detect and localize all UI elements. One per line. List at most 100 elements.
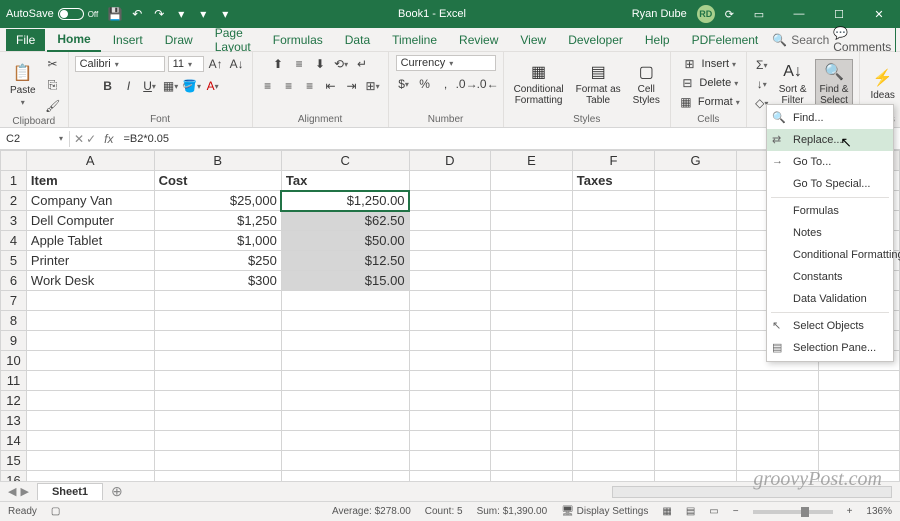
display-settings-button[interactable]: 🖥 Display Settings (561, 506, 648, 517)
align-center-icon[interactable]: ≡ (280, 77, 298, 95)
cell[interactable]: $1,000 (154, 231, 281, 251)
cell[interactable] (409, 251, 491, 271)
add-sheet-button[interactable]: ⊕ (103, 483, 131, 500)
cell[interactable]: $62.50 (281, 211, 409, 231)
cell[interactable] (281, 351, 409, 371)
macro-record-icon[interactable]: ▢ (51, 506, 60, 517)
cell[interactable] (281, 451, 409, 471)
find-select-button[interactable]: 🔍Find & Select (815, 59, 854, 109)
cell[interactable]: Tax (281, 171, 409, 191)
cell[interactable] (281, 471, 409, 482)
cell[interactable] (281, 331, 409, 351)
comma-icon[interactable]: , (437, 75, 455, 93)
menu-notes[interactable]: Notes (767, 222, 893, 244)
autosum-icon[interactable]: Σ▾ (753, 56, 771, 74)
cell[interactable] (154, 371, 281, 391)
cell[interactable] (491, 451, 573, 471)
ideas-button[interactable]: ⚡Ideas (866, 66, 898, 103)
zoom-level[interactable]: 136% (866, 506, 892, 517)
menu-goto-special[interactable]: Go To Special... (767, 173, 893, 195)
cancel-formula-icon[interactable]: ✕ (74, 132, 84, 146)
increase-indent-icon[interactable]: ⇥ (343, 77, 361, 95)
cell[interactable] (736, 431, 818, 451)
name-box[interactable]: C2▾ (0, 131, 70, 147)
cell[interactable] (26, 351, 154, 371)
cell[interactable] (409, 191, 491, 211)
cell[interactable] (572, 271, 655, 291)
cell[interactable] (26, 291, 154, 311)
decrease-decimal-icon[interactable]: .0← (479, 75, 497, 93)
font-name-select[interactable]: Calibri▾ (75, 56, 165, 72)
menu-goto[interactable]: →Go To... (767, 151, 893, 173)
user-avatar[interactable]: RD (697, 5, 715, 23)
tab-home[interactable]: Home (47, 28, 100, 52)
cell[interactable] (572, 291, 655, 311)
cell[interactable] (491, 251, 573, 271)
cell[interactable] (409, 351, 491, 371)
tab-pdfelement[interactable]: PDFelement (682, 29, 769, 51)
row-header[interactable]: 14 (1, 431, 27, 451)
cell[interactable] (154, 431, 281, 451)
font-size-select[interactable]: 11▾ (168, 56, 204, 72)
select-all-corner[interactable] (1, 151, 27, 171)
column-header[interactable]: C (281, 151, 409, 171)
cell[interactable] (409, 411, 491, 431)
cell[interactable]: $1,250.00 (281, 191, 409, 211)
cell[interactable] (572, 211, 655, 231)
format-as-table-button[interactable]: ▤Format as Table (572, 60, 625, 108)
row-header[interactable]: 5 (1, 251, 27, 271)
cell[interactable] (491, 351, 573, 371)
column-header[interactable]: E (491, 151, 573, 171)
orientation-icon[interactable]: ⟲▾ (332, 55, 350, 73)
cell[interactable] (818, 391, 899, 411)
cell[interactable] (572, 411, 655, 431)
row-header[interactable]: 11 (1, 371, 27, 391)
cell[interactable] (572, 191, 655, 211)
underline-icon[interactable]: U▾ (141, 77, 159, 95)
cell[interactable] (409, 291, 491, 311)
cell[interactable] (491, 231, 573, 251)
row-header[interactable]: 4 (1, 231, 27, 251)
cell[interactable] (409, 171, 491, 191)
cell[interactable] (409, 331, 491, 351)
tab-help[interactable]: Help (635, 29, 680, 51)
cell[interactable] (655, 211, 737, 231)
cell[interactable] (572, 351, 655, 371)
align-top-icon[interactable]: ⬆ (269, 55, 287, 73)
row-header[interactable]: 16 (1, 471, 27, 482)
tab-insert[interactable]: Insert (103, 29, 153, 51)
cell[interactable] (572, 391, 655, 411)
sheet-nav-next-icon[interactable]: ▶ (20, 485, 28, 498)
cell[interactable]: $250 (154, 251, 281, 271)
view-break-icon[interactable]: ▭ (709, 506, 718, 517)
cell[interactable] (818, 371, 899, 391)
cell[interactable] (491, 331, 573, 351)
cell[interactable]: Apple Tablet (26, 231, 154, 251)
cell[interactable]: $300 (154, 271, 281, 291)
cell[interactable]: $15.00 (281, 271, 409, 291)
cell[interactable] (572, 471, 655, 482)
cell[interactable] (572, 231, 655, 251)
column-header[interactable]: B (154, 151, 281, 171)
insert-cells-button[interactable]: ⊞Insert▾ (681, 55, 737, 73)
cell[interactable] (491, 391, 573, 411)
menu-replace[interactable]: ⇄Replace... (767, 129, 893, 151)
cell[interactable] (281, 371, 409, 391)
cell[interactable] (409, 211, 491, 231)
cell[interactable]: Cost (154, 171, 281, 191)
cell[interactable] (26, 451, 154, 471)
cell[interactable] (572, 311, 655, 331)
toggle-icon[interactable] (58, 8, 84, 20)
sort-filter-button[interactable]: A↓Sort & Filter (775, 60, 811, 108)
cell[interactable] (572, 451, 655, 471)
fill-color-icon[interactable]: 🪣▾ (183, 77, 201, 95)
view-page-icon[interactable]: ▤ (686, 506, 695, 517)
cell[interactable] (655, 331, 737, 351)
menu-constants[interactable]: Constants (767, 266, 893, 288)
column-header[interactable]: G (655, 151, 737, 171)
cell[interactable] (409, 391, 491, 411)
cell[interactable]: Work Desk (26, 271, 154, 291)
cell[interactable] (154, 391, 281, 411)
cell[interactable] (655, 431, 737, 451)
view-normal-icon[interactable]: ▦ (662, 506, 671, 517)
